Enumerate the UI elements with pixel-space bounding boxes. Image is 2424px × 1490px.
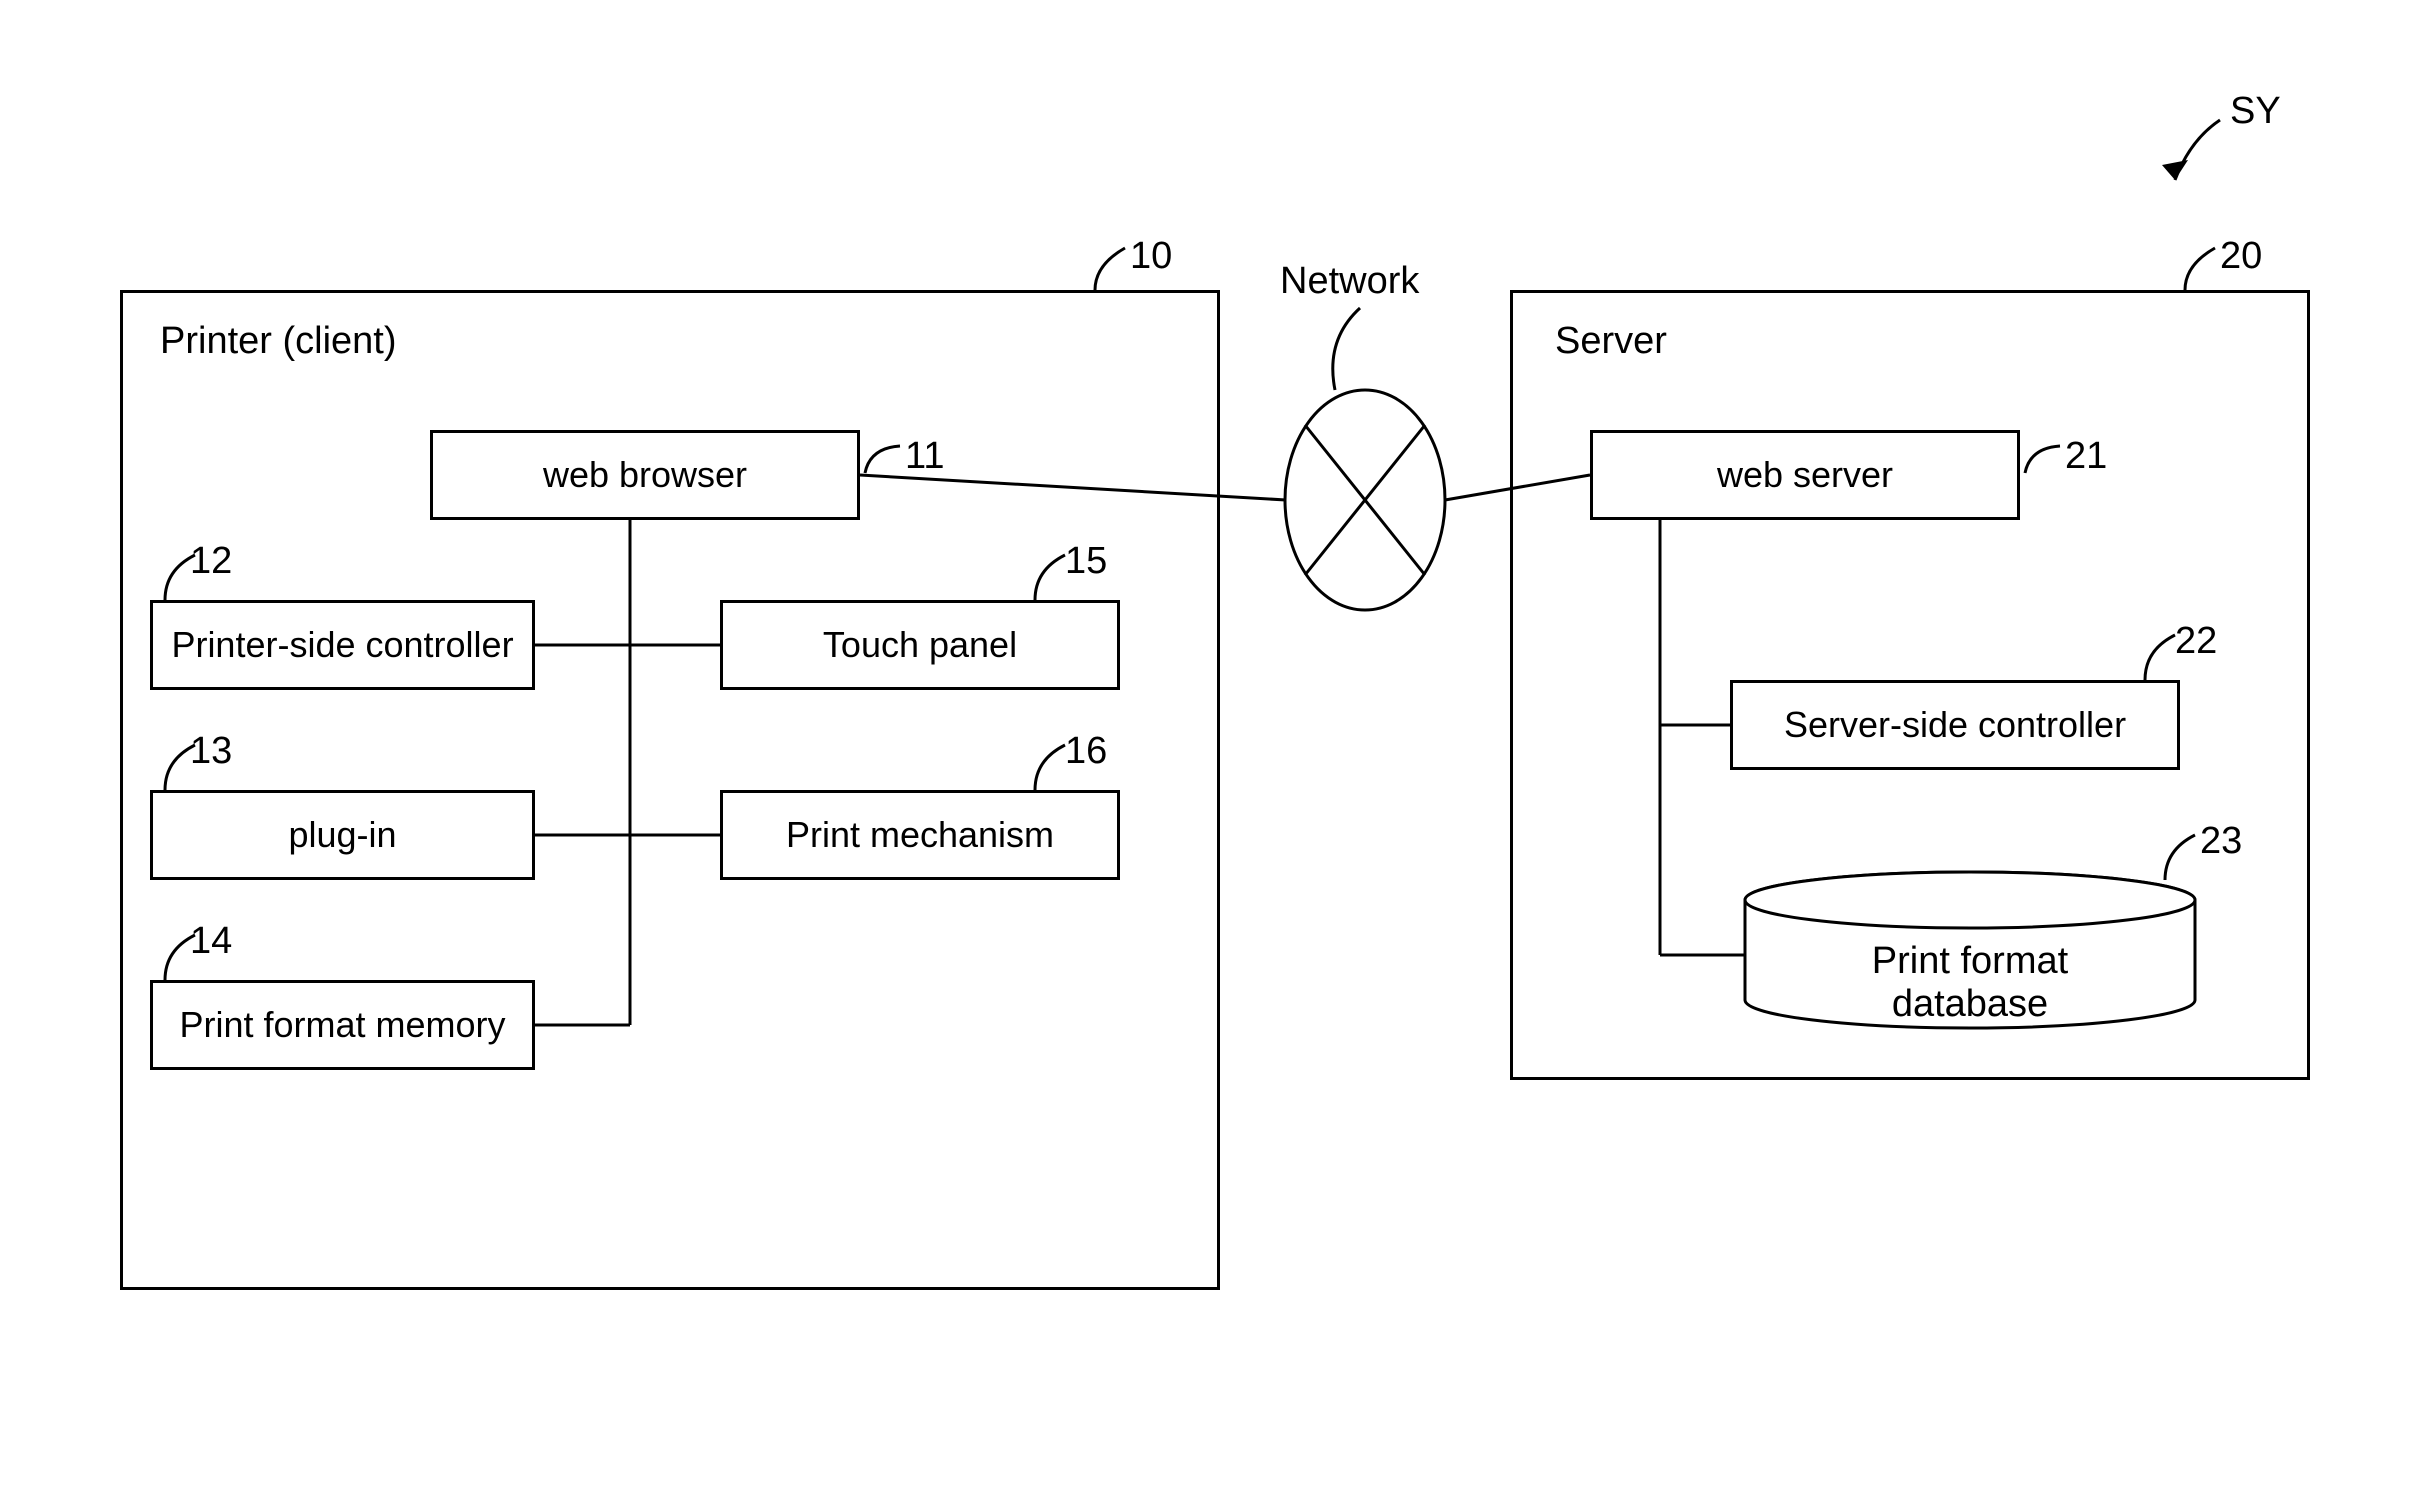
server-internal-bus	[0, 0, 2424, 1490]
